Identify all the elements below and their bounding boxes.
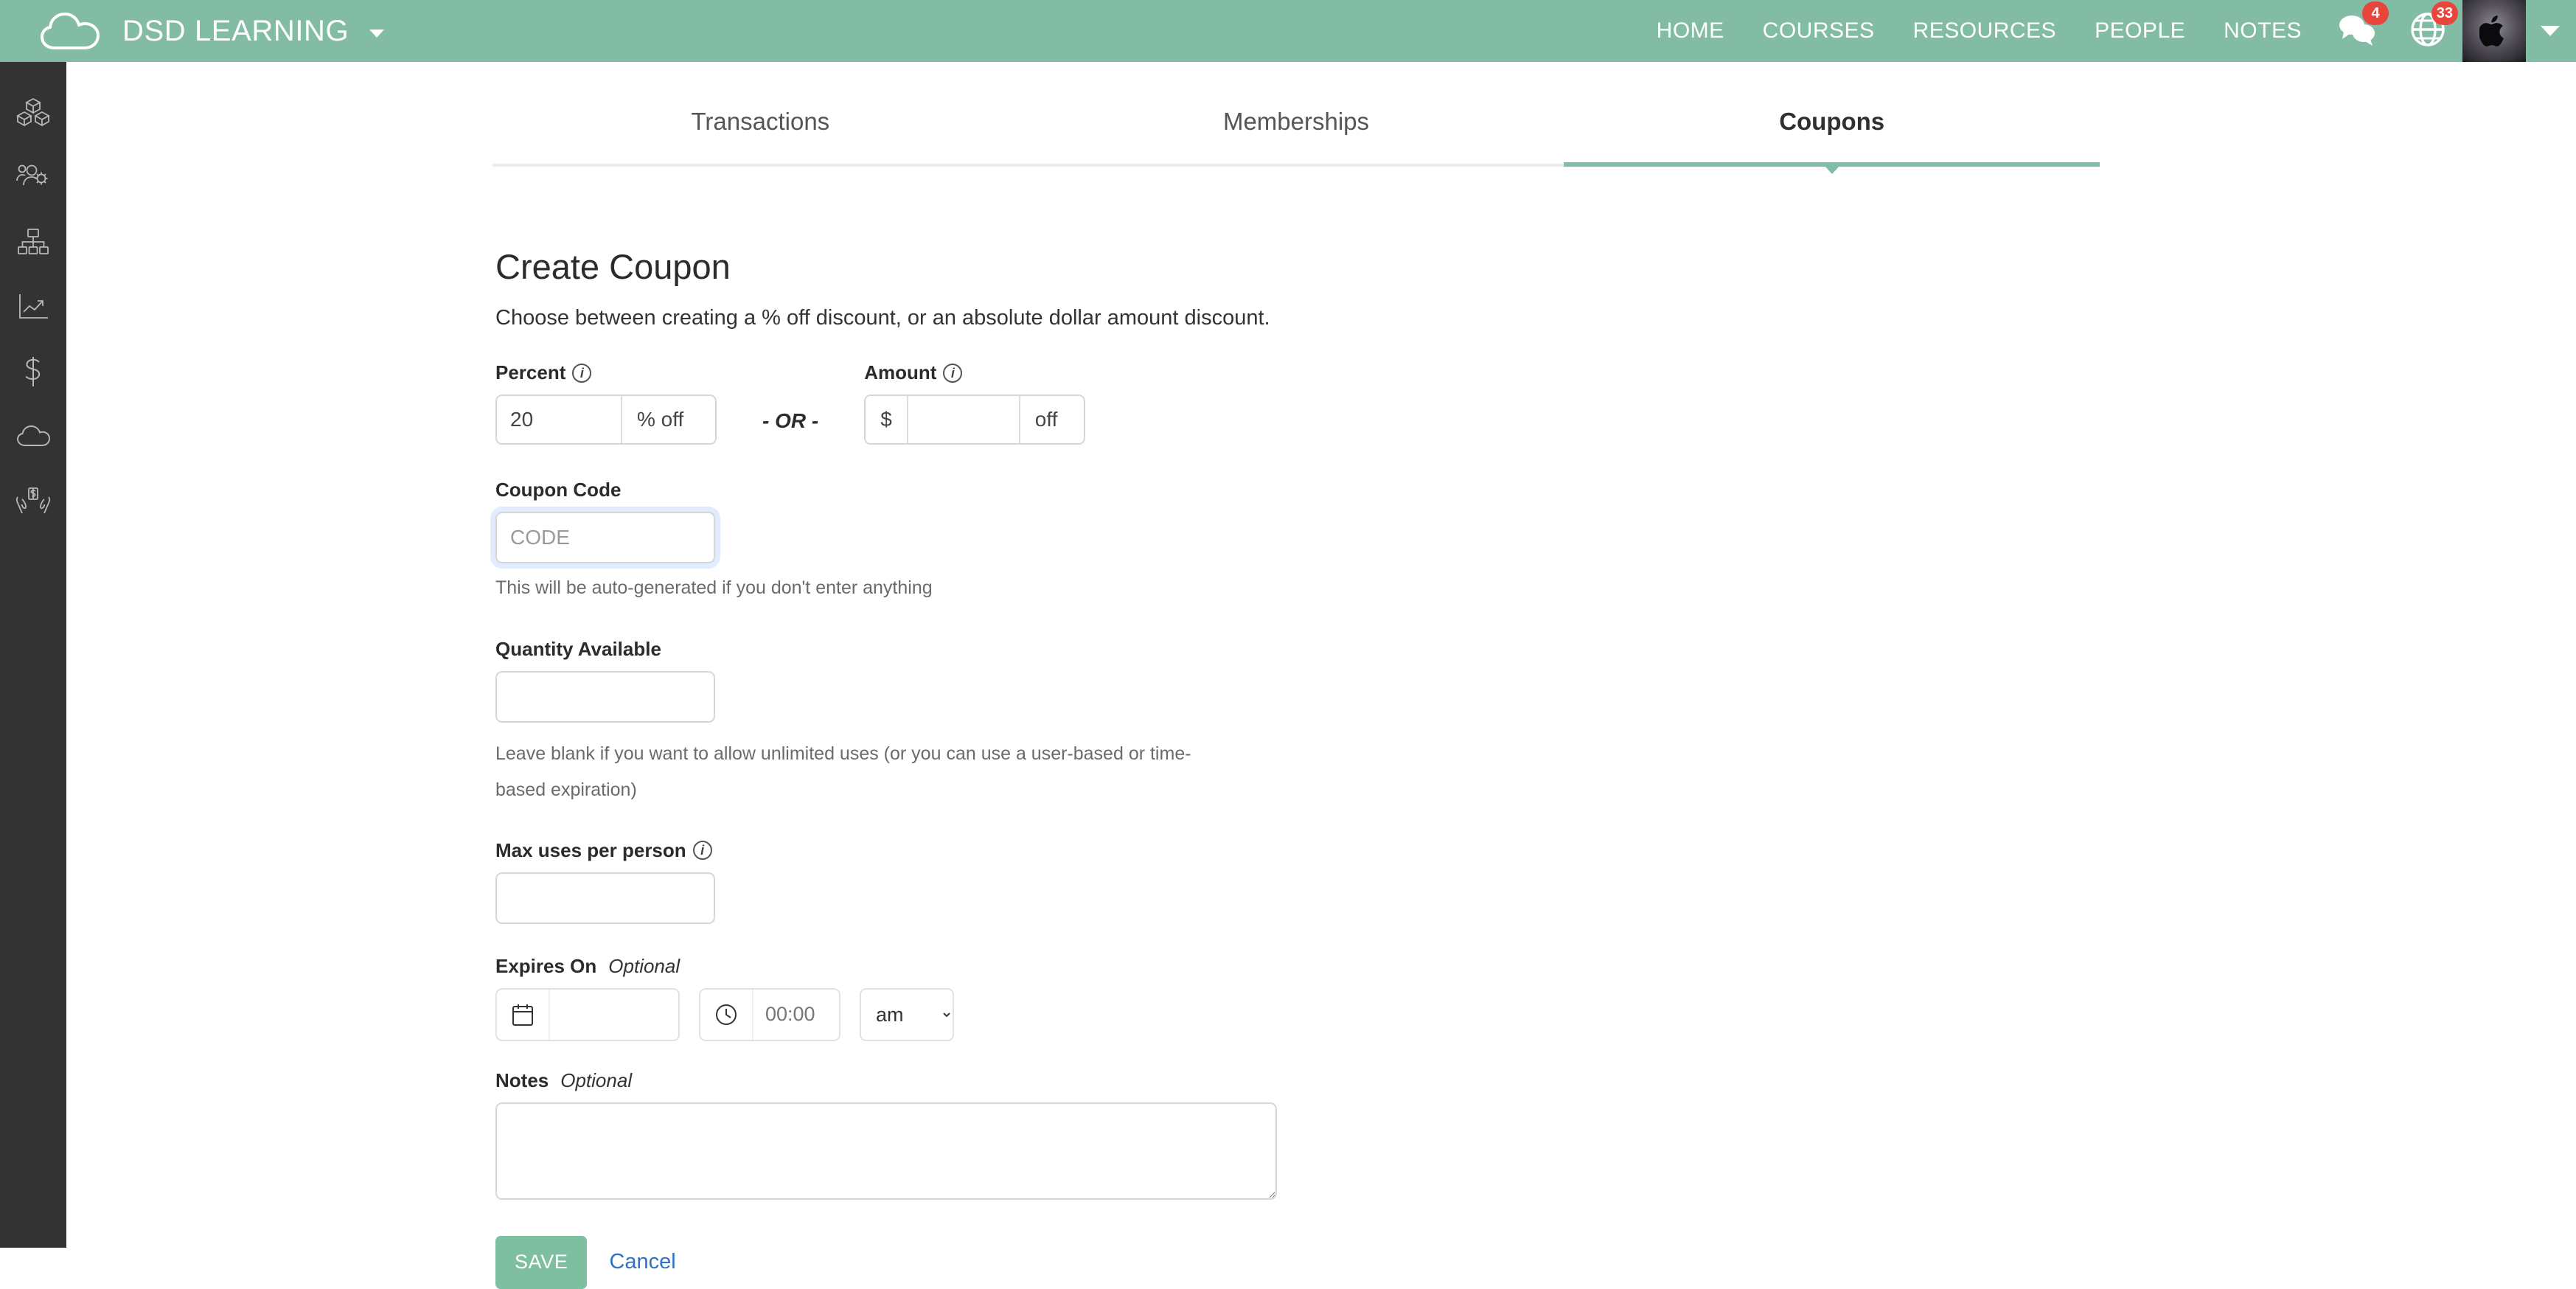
dollar-sign-icon [21, 355, 46, 392]
cancel-link[interactable]: Cancel [609, 1250, 675, 1274]
expires-on-label: Expires On [495, 954, 597, 977]
info-icon[interactable]: i [943, 363, 963, 383]
form-actions: SAVE Cancel [495, 1235, 2265, 1289]
info-icon[interactable]: i [692, 841, 712, 860]
nav-item-notes[interactable]: NOTES [2204, 18, 2321, 44]
page-subtitle: Choose between creating a % off discount… [495, 306, 1270, 330]
max-uses-label: Max uses per person [495, 838, 686, 861]
amount-label: Amount [864, 361, 937, 383]
percent-suffix-addon: % off [621, 396, 699, 443]
expires-on-label-row: Expires On Optional [495, 955, 2265, 978]
tab-transactions[interactable]: Transactions [492, 81, 1028, 167]
top-navigation: HOME COURSES RESOURCES PEOPLE NOTES 4 33 [1637, 0, 2576, 62]
clock-icon [700, 989, 753, 1040]
user-settings-icon [15, 163, 51, 195]
sidebar-item-billing[interactable] [0, 341, 66, 406]
amount-prefix-addon: $ [866, 396, 908, 443]
sidebar-item-user-settings[interactable] [0, 146, 66, 211]
nav-item-resources[interactable]: RESOURCES [1894, 18, 2076, 44]
nav-item-courses[interactable]: COURSES [1744, 18, 1894, 44]
sidebar-item-sitemap[interactable] [0, 211, 66, 276]
sidebar-item-cloud[interactable] [0, 406, 66, 470]
create-coupon-form: Create Coupon Choose between creating a … [495, 246, 2265, 1289]
globe-badge: 33 [2431, 1, 2458, 25]
percent-label-row: Percent i [495, 361, 717, 384]
info-icon[interactable]: i [572, 363, 592, 383]
sidebar-item-donations[interactable] [0, 470, 66, 535]
save-button[interactable]: SAVE [495, 1235, 588, 1289]
amount-input[interactable] [908, 396, 1019, 443]
calendar-icon [497, 989, 550, 1040]
amount-field-group: Amount i $ off [864, 361, 1086, 445]
avatar[interactable] [2462, 0, 2526, 62]
nav-item-home[interactable]: HOME [1637, 18, 1744, 44]
percent-input[interactable] [497, 396, 621, 443]
amount-input-group: $ off [864, 395, 1086, 445]
expires-on-field: Expires On Optional 00:00 am [495, 955, 2265, 1041]
user-menu-chevron-down-icon[interactable] [2541, 26, 2560, 36]
left-sidebar [0, 62, 66, 1248]
max-uses-input[interactable] [495, 872, 715, 924]
percent-field-group: Percent i % off [495, 361, 717, 445]
sitemap-icon [17, 228, 49, 260]
expires-on-optional-tag: Optional [608, 954, 680, 977]
cloud-logo-icon [38, 11, 103, 51]
messages-badge: 4 [2362, 1, 2389, 25]
brand-home-link[interactable]: DSD LEARNING [38, 11, 385, 51]
brand-name: DSD LEARNING [122, 14, 349, 47]
notes-textarea[interactable] [495, 1102, 1277, 1200]
amount-label-row: Amount i [864, 361, 1085, 384]
coupon-code-input[interactable] [495, 512, 715, 563]
quantity-available-field: Quantity Available Leave blank if you wa… [495, 638, 2265, 808]
cubes-icon [16, 97, 50, 131]
sidebar-item-cubes[interactable] [0, 81, 66, 146]
hands-holding-dollar-icon [15, 487, 51, 520]
apple-logo-icon [2479, 15, 2504, 46]
sidebar-item-analytics[interactable] [0, 276, 66, 341]
main-content: Transactions Memberships Coupons Create … [66, 62, 2576, 1289]
chevron-down-icon [369, 29, 385, 38]
expires-on-controls: am pm [495, 987, 2265, 1041]
quantity-available-label: Quantity Available [495, 638, 661, 660]
page-title: Create Coupon [495, 247, 731, 286]
coupon-code-helper: This will be auto-generated if you don't… [495, 577, 933, 598]
notes-label-row: Notes Optional [495, 1069, 2265, 1092]
coupon-code-field: Coupon Code This will be auto-generated … [495, 479, 2265, 600]
messages-button[interactable]: 4 [2321, 0, 2393, 62]
tab-bar: Transactions Memberships Coupons [492, 81, 2100, 174]
top-bar: DSD LEARNING HOME COURSES RESOURCES PEOP… [0, 0, 2576, 62]
nav-item-people[interactable]: PEOPLE [2075, 18, 2204, 44]
ampm-select[interactable]: am pm [860, 987, 954, 1041]
chart-line-icon [17, 293, 49, 324]
max-uses-label-row: Max uses per person i [495, 839, 2265, 862]
time-picker[interactable] [699, 987, 840, 1041]
quantity-available-helper: Leave blank if you want to allow unlimit… [495, 743, 1191, 800]
time-input[interactable] [753, 1003, 836, 1026]
date-picker[interactable] [495, 987, 680, 1041]
coupon-code-label: Coupon Code [495, 479, 622, 501]
cloud-icon [16, 424, 50, 453]
amount-suffix-addon: off [1018, 396, 1073, 443]
quantity-available-input[interactable] [495, 671, 715, 723]
percent-label: Percent [495, 361, 566, 383]
notes-label: Notes [495, 1069, 549, 1091]
tab-coupons[interactable]: Coupons [1564, 81, 2100, 174]
notes-field: Notes Optional [495, 1069, 2265, 1203]
percent-input-group: % off [495, 395, 717, 445]
notes-optional-tag: Optional [560, 1069, 633, 1091]
notifications-globe-button[interactable]: 33 [2393, 0, 2462, 62]
or-separator: - OR - [762, 409, 819, 432]
discount-row: Percent i % off - OR - Amount i $ off [495, 361, 2265, 445]
date-input[interactable] [550, 1003, 674, 1026]
tab-memberships[interactable]: Memberships [1028, 81, 1564, 167]
max-uses-field: Max uses per person i [495, 839, 2265, 924]
